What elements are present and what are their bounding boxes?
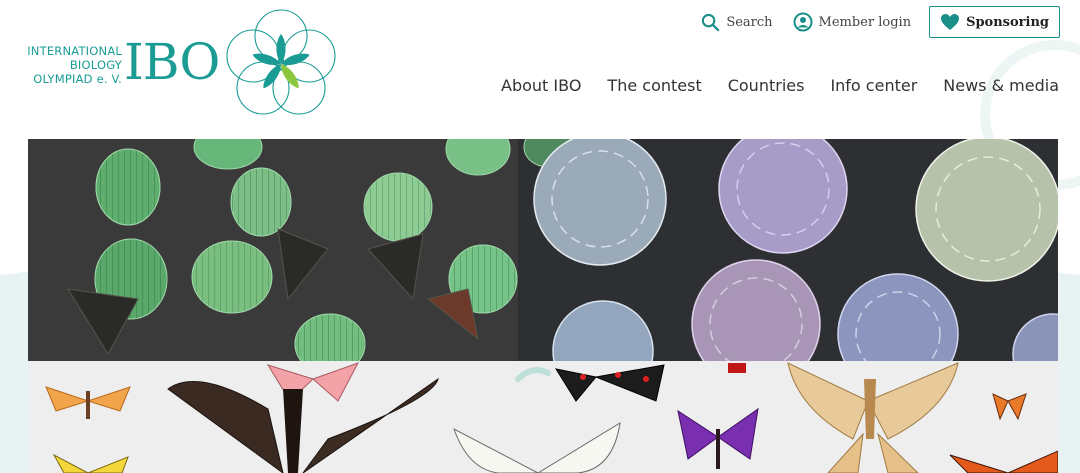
nav-news-media[interactable]: News & media xyxy=(943,76,1059,95)
search-link[interactable]: Search xyxy=(701,13,773,32)
hero-image xyxy=(28,139,1058,473)
main-nav: About IBO The contest Countries Info cen… xyxy=(475,76,1059,95)
sponsoring-button[interactable]: Sponsoring xyxy=(929,6,1060,38)
flower-logo-icon xyxy=(226,9,336,115)
user-circle-icon xyxy=(793,12,813,32)
login-label: Member login xyxy=(818,14,912,30)
nav-about-ibo[interactable]: About IBO xyxy=(501,76,581,95)
heart-icon xyxy=(941,14,960,30)
logo-line: INTERNATIONAL xyxy=(27,44,122,58)
logo-line: BIOLOGY xyxy=(69,58,122,72)
nav-the-contest[interactable]: The contest xyxy=(607,76,701,95)
logo-line: OLYMPIAD e. V. xyxy=(33,72,122,86)
logo-abbreviation: IBO xyxy=(124,33,220,91)
logo-fullname: INTERNATIONAL BIOLOGY OLYMPIAD e. V. xyxy=(24,44,122,86)
nav-countries[interactable]: Countries xyxy=(728,76,805,95)
member-login-link[interactable]: Member login xyxy=(793,12,912,32)
sponsoring-label: Sponsoring xyxy=(966,14,1049,30)
search-label: Search xyxy=(726,14,773,30)
utility-nav: Search Member login Sponsoring xyxy=(701,6,1060,38)
site-logo[interactable]: INTERNATIONAL BIOLOGY OLYMPIAD e. V. IBO xyxy=(24,8,344,118)
nav-info-center[interactable]: Info center xyxy=(830,76,917,95)
search-icon xyxy=(702,13,720,31)
